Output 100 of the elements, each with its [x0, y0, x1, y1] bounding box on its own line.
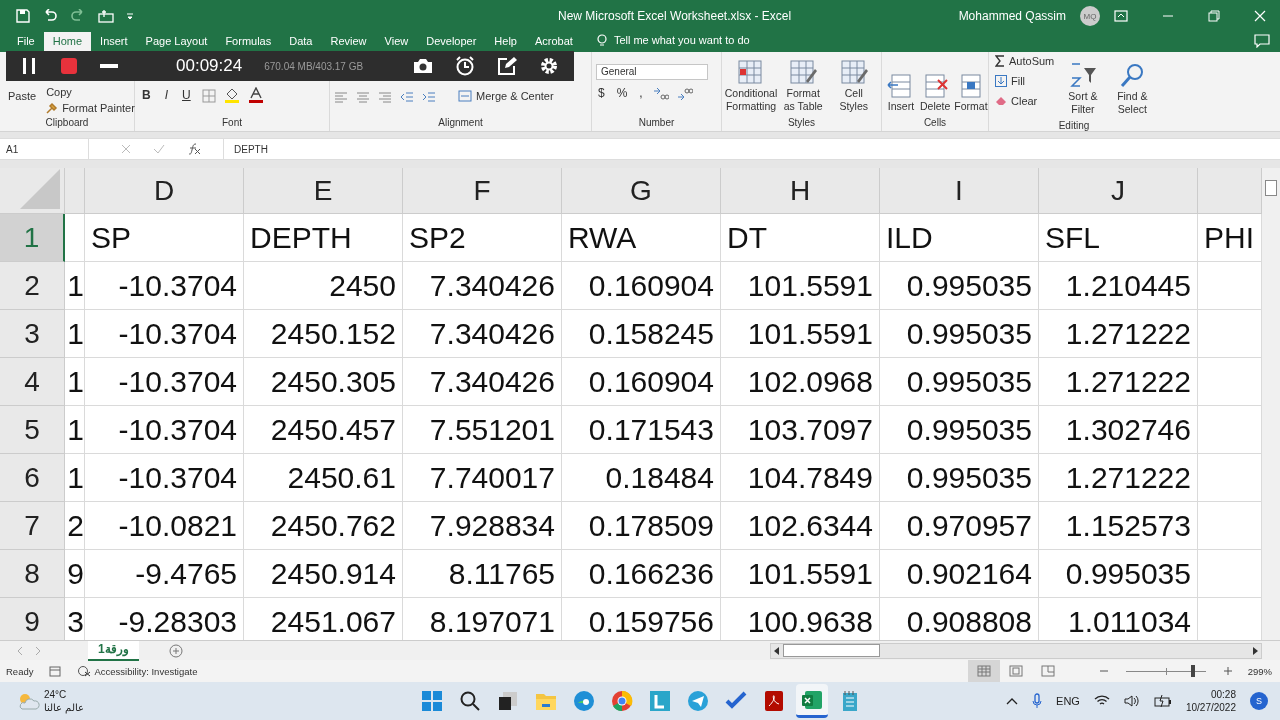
percent-button[interactable]: %: [614, 86, 630, 100]
microphone-icon[interactable]: [1032, 693, 1043, 709]
cell-styles-button[interactable]: Cell Styles: [830, 59, 877, 113]
row-header[interactable]: 8: [0, 550, 65, 598]
autosum-button[interactable]: AutoSum: [993, 54, 1057, 68]
zoom-in-icon[interactable]: [1223, 667, 1232, 675]
sheet-tab[interactable]: ورقة1: [88, 640, 139, 661]
borders-icon[interactable]: [201, 89, 216, 103]
formula-field[interactable]: DEPTH: [223, 139, 1280, 159]
touch-mode-icon[interactable]: [98, 9, 114, 23]
wifi-icon[interactable]: [1093, 695, 1110, 707]
ribbon-tab[interactable]: Developer: [417, 32, 486, 52]
number-format-dropdown[interactable]: General: [596, 64, 708, 80]
excel-app-icon[interactable]: [796, 684, 828, 718]
tell-me-search[interactable]: Tell me what you want to do: [613, 32, 750, 49]
next-sheet-icon[interactable]: [34, 645, 42, 656]
ribbon-tab[interactable]: Review: [321, 32, 376, 52]
bold-button[interactable]: B: [139, 87, 154, 103]
pause-icon[interactable]: [20, 57, 38, 75]
user-avatar[interactable]: MQ: [1080, 6, 1100, 26]
ribbon-tab[interactable]: Acrobat: [525, 32, 582, 52]
undo-icon[interactable]: [42, 9, 58, 23]
ribbon-tab[interactable]: Home: [43, 32, 92, 52]
name-box[interactable]: A1: [0, 139, 89, 159]
enter-icon[interactable]: [153, 144, 165, 154]
ribbon-tab[interactable]: Data: [280, 32, 322, 52]
volume-icon[interactable]: [1123, 695, 1140, 707]
normal-view-button[interactable]: [967, 660, 1000, 682]
ribbon-tab[interactable]: Help: [485, 32, 526, 52]
clock-time[interactable]: 00:28: [1210, 688, 1236, 701]
fill-button[interactable]: Fill: [993, 74, 1057, 88]
row-header[interactable]: 4: [0, 358, 65, 406]
customize-icon[interactable]: [126, 11, 134, 21]
column-header[interactable]: I: [880, 168, 1039, 214]
row-header[interactable]: 3: [0, 310, 65, 358]
decrease-indent-icon[interactable]: [400, 91, 414, 103]
ribbon-display-icon[interactable]: [1114, 10, 1128, 22]
underline-button[interactable]: U: [179, 87, 194, 103]
settings-icon[interactable]: [539, 56, 560, 76]
zoom-slider[interactable]: [1123, 665, 1208, 677]
format-cells-button[interactable]: Format: [954, 72, 988, 113]
save-icon[interactable]: [16, 9, 30, 23]
ribbon-tab[interactable]: Page Layout: [136, 32, 217, 52]
format-painter-button[interactable]: Format Painter: [44, 101, 137, 115]
clear-button[interactable]: Clear: [993, 94, 1057, 108]
stop-icon[interactable]: [60, 57, 78, 75]
notification-badge[interactable]: S: [1250, 692, 1268, 710]
row-header[interactable]: 7: [0, 502, 65, 550]
decrease-decimal-icon[interactable]: [676, 88, 693, 100]
accessibility-button[interactable]: Accessibility: Investigate: [77, 665, 198, 677]
row-header[interactable]: 2: [0, 262, 65, 310]
language-indicator[interactable]: ENG: [1056, 695, 1080, 707]
insert-function-icon[interactable]: [187, 143, 201, 155]
comments-icon[interactable]: [1254, 34, 1270, 48]
font-color-icon[interactable]: [247, 87, 264, 103]
scrollbar-thumb[interactable]: [783, 644, 880, 657]
redo-icon[interactable]: [70, 9, 86, 23]
column-header[interactable]: J: [1039, 168, 1198, 214]
zoom-out-icon[interactable]: [1099, 667, 1108, 675]
ribbon-tab[interactable]: Formulas: [216, 32, 281, 52]
column-header[interactable]: D: [85, 168, 244, 214]
add-sheet-icon[interactable]: [168, 643, 183, 658]
restore-icon[interactable]: [1208, 10, 1220, 22]
currency-button[interactable]: $: [596, 86, 607, 100]
merge-center-button[interactable]: Merge & Center: [456, 89, 556, 103]
edit-icon[interactable]: [497, 56, 518, 76]
horizontal-scrollbar[interactable]: [770, 642, 1262, 659]
copy-button[interactable]: Copy: [44, 85, 137, 99]
row-header[interactable]: 5: [0, 406, 65, 454]
cancel-icon[interactable]: [121, 144, 131, 154]
alarm-clock-icon[interactable]: [455, 56, 476, 76]
camera-icon[interactable]: [413, 58, 434, 74]
column-header[interactable]: E: [244, 168, 403, 214]
column-header[interactable]: F: [403, 168, 562, 214]
ribbon-tab[interactable]: Insert: [91, 32, 137, 52]
find-select-button[interactable]: Find & Select: [1109, 62, 1155, 116]
ribbon-tab[interactable]: View: [375, 32, 418, 52]
close-icon[interactable]: [1254, 10, 1266, 22]
previous-sheet-icon[interactable]: [16, 645, 24, 656]
italic-button[interactable]: I: [161, 87, 171, 103]
row-header[interactable]: 1: [0, 214, 65, 262]
chevron-up-icon[interactable]: [1006, 697, 1019, 705]
paste-button[interactable]: Paste: [4, 86, 41, 106]
column-header[interactable]: H: [721, 168, 880, 214]
zoom-level[interactable]: 299%: [1247, 665, 1272, 677]
macro-record-icon[interactable]: [49, 665, 62, 677]
comma-button[interactable]: ,: [637, 86, 645, 100]
delete-cells-button[interactable]: Delete: [920, 72, 951, 113]
sort-filter-button[interactable]: Sort & Filter: [1060, 62, 1106, 116]
battery-icon[interactable]: [1153, 695, 1172, 707]
insert-cells-button[interactable]: Insert: [886, 72, 916, 113]
clock-date[interactable]: 10/27/2022: [1185, 701, 1236, 714]
ribbon-tab[interactable]: File: [8, 32, 44, 52]
increase-indent-icon[interactable]: [422, 91, 436, 103]
column-header[interactable]: G: [562, 168, 721, 214]
row-header[interactable]: 9: [0, 598, 65, 640]
fill-color-icon[interactable]: [223, 87, 240, 103]
format-as-table-button[interactable]: Format as Table: [780, 59, 827, 113]
vertical-scrollbar[interactable]: [1262, 168, 1280, 640]
row-header[interactable]: 6: [0, 454, 65, 502]
